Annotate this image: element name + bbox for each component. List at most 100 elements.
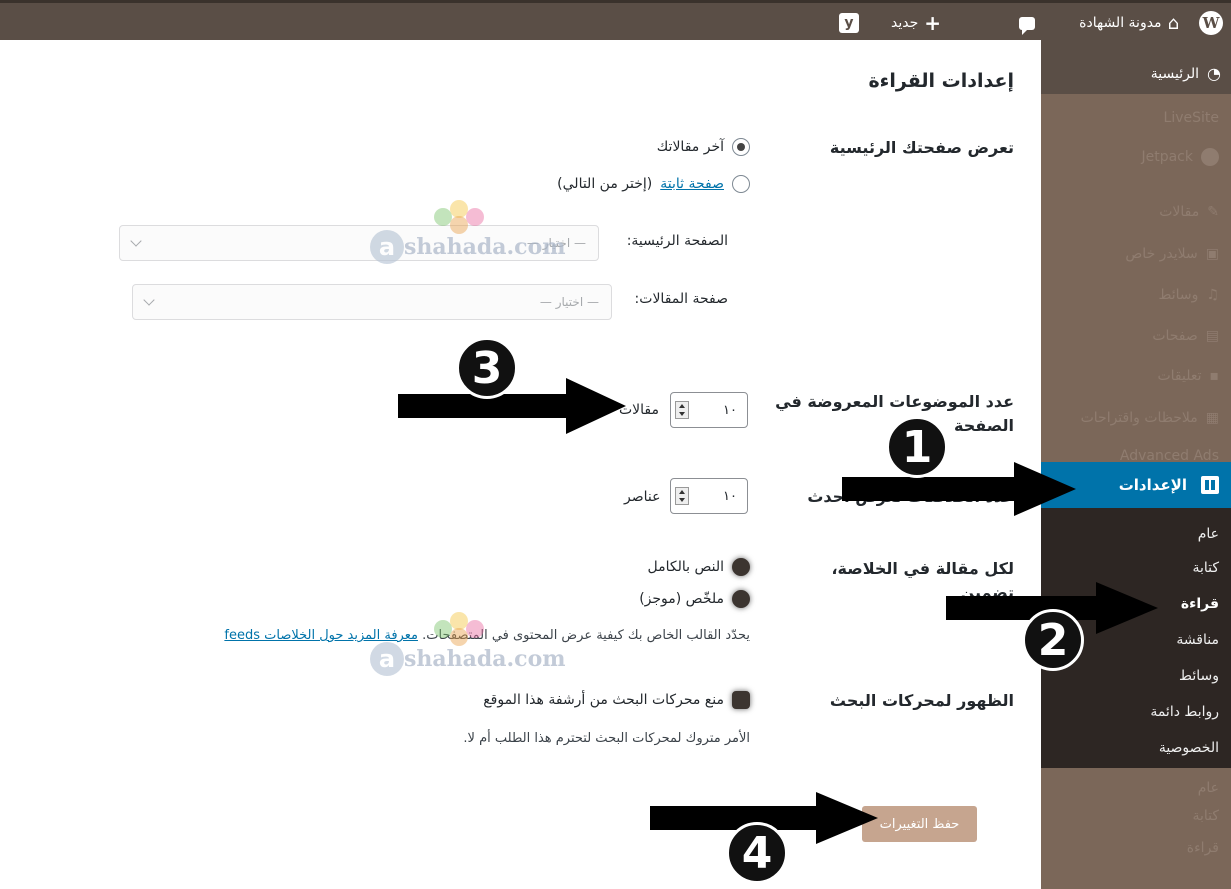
feed-full-text-option[interactable]: النص بالكامل <box>647 558 750 576</box>
feeds-count-input[interactable]: ١٠ <box>670 478 748 514</box>
latest-posts-label: آخر مقالاتك <box>656 139 724 155</box>
new-content-label: جديد <box>890 15 919 31</box>
static-page-radio[interactable] <box>732 175 750 193</box>
sidebar-item-label: قراءة <box>1186 840 1219 856</box>
submenu-item-media[interactable]: وسائط <box>1179 668 1219 684</box>
sidebar-dashboard-area: الرئيسية ◔ <box>1041 40 1231 94</box>
front-page-static-option[interactable]: صفحة ثابتة (إختر من التالي) <box>557 175 750 193</box>
sidebar-item-posts[interactable]: مقالات ✎ <box>1159 204 1219 220</box>
feedback-icon: ▦ <box>1205 410 1219 426</box>
submenu-item-writing[interactable]: كتابة <box>1192 560 1219 576</box>
yoast-menu[interactable]: y <box>839 8 859 38</box>
search-visibility-option[interactable]: منع محركات البحث من أرشفة هذا الموقع <box>483 691 750 709</box>
posts-page-select[interactable]: — اختيار — <box>132 284 612 320</box>
site-name-label: مدونة الشهادة <box>1079 15 1162 31</box>
spinner-arrows-icon[interactable] <box>675 401 689 419</box>
homepage-select-label: الصفحة الرئيسية: <box>626 233 728 249</box>
page-title: إعدادات القراءة <box>868 70 1014 92</box>
yoast-icon: y <box>839 13 859 33</box>
sidebar-item-label: سلايدر خاص <box>1125 246 1198 262</box>
comment-icon <box>1019 16 1035 35</box>
dashboard-gauge-icon: ◔ <box>1207 64 1221 83</box>
sidebar-item-jetpack[interactable]: Jetpack <box>1141 148 1219 166</box>
sidebar-item-label: LiveSite <box>1163 110 1219 126</box>
watermark-a-icon: a <box>370 642 404 676</box>
sidebar-item-general-faded[interactable]: عام <box>1198 780 1219 796</box>
static-page-suffix: (إختر من التالي) <box>557 176 653 192</box>
home-icon: ⌂ <box>1167 12 1179 34</box>
summary-label: ملخّص (موجز) <box>639 591 724 607</box>
submenu-item-privacy[interactable]: الخصوصية <box>1159 740 1219 756</box>
comment-icon: ▪ <box>1209 368 1220 384</box>
step-2-badge: 2 <box>1022 609 1084 671</box>
pin-icon: ✎ <box>1207 204 1219 220</box>
sidebar-item-slider[interactable]: سلايدر خاص ▣ <box>1125 246 1219 262</box>
comments-menu[interactable] <box>1019 8 1035 38</box>
posts-page-select-value: — اختيار — <box>539 295 599 309</box>
sidebar-item-label: الإعدادات <box>1118 476 1187 494</box>
posts-per-page-value: ١٠ <box>723 402 737 418</box>
new-content-menu[interactable]: جديد + <box>891 8 941 38</box>
site-name-menu[interactable]: مدونة الشهادة ⌂ <box>1079 8 1179 38</box>
step-3-badge: 3 <box>456 337 518 399</box>
sidebar-item-label: Jetpack <box>1141 149 1193 165</box>
sidebar-item-livesite[interactable]: LiveSite <box>1164 110 1219 126</box>
sidebar-item-label: مقالات <box>1159 204 1200 220</box>
sidebar-item-comments[interactable]: تعليقات ▪ <box>1157 368 1219 384</box>
search-visibility-heading: الظهور لمحركات البحث <box>829 691 1014 710</box>
posts-page-select-label: صفحة المقالات: <box>634 291 728 307</box>
watermark-a-icon: a <box>370 230 404 264</box>
feed-summary-option[interactable]: ملخّص (موجز) <box>639 590 750 608</box>
step-4-badge: 4 <box>726 822 788 884</box>
submenu-item-discussion[interactable]: مناقشة <box>1176 632 1219 648</box>
search-visibility-description: الأمر متروك لمحركات البحث لتحترم هذا الط… <box>463 731 750 746</box>
wordpress-logo-menu[interactable]: W <box>1199 8 1223 38</box>
plus-icon: + <box>924 11 941 35</box>
posts-per-page-input[interactable]: ١٠ <box>670 392 748 428</box>
watermark-text: shahada.com <box>404 646 566 672</box>
submenu-item-reading[interactable]: قراءة <box>1181 596 1219 612</box>
front-page-heading: تعرض صفحتك الرئيسية <box>829 138 1014 157</box>
full-text-label: النص بالكامل <box>647 559 724 575</box>
spinner-arrows-icon[interactable] <box>675 487 689 505</box>
submenu-item-general[interactable]: عام <box>1198 526 1219 542</box>
page-icon: ▤ <box>1205 328 1219 344</box>
jetpack-icon <box>1201 148 1219 166</box>
chevron-down-icon <box>143 294 155 306</box>
sidebar-item-label: الرئيسية <box>1150 65 1200 82</box>
sidebar-item-label: كتابة <box>1192 808 1219 824</box>
latest-posts-radio[interactable] <box>732 138 750 156</box>
settings-sliders-icon <box>1201 476 1219 494</box>
watermark-logo: a shahada.com <box>370 200 600 280</box>
sidebar-item-reading-faded[interactable]: قراءة <box>1187 840 1219 856</box>
sidebar-item-writing-faded[interactable]: كتابة <box>1192 808 1219 824</box>
front-page-latest-option[interactable]: آخر مقالاتك <box>657 138 750 156</box>
media-icon: ♫ <box>1206 287 1219 303</box>
watermark-text: shahada.com <box>404 234 566 260</box>
submenu-item-permalinks[interactable]: روابط دائمة <box>1150 704 1219 720</box>
sidebar-item-dashboard[interactable]: الرئيسية ◔ <box>1151 64 1221 83</box>
arrow-1-icon <box>842 462 1076 516</box>
arrow-3-icon <box>398 378 626 434</box>
sidebar-item-label: وسائط <box>1158 287 1199 303</box>
watermark-logo: a shahada.com <box>370 612 600 692</box>
feeds-count-unit: عناصر <box>624 489 661 505</box>
chevron-down-icon <box>130 235 142 247</box>
static-page-link[interactable]: صفحة ثابتة <box>660 176 724 192</box>
wordpress-icon: W <box>1199 11 1223 35</box>
full-text-radio[interactable] <box>732 558 750 576</box>
sidebar-item-feedback[interactable]: ملاحظات واقتراحات ▦ <box>1081 410 1219 426</box>
sidebar-item-label: ملاحظات واقتراحات <box>1080 410 1198 426</box>
sidebar-item-label: عام <box>1197 780 1219 796</box>
summary-radio[interactable] <box>732 590 750 608</box>
feeds-count-value: ١٠ <box>723 488 737 504</box>
sidebar-item-label: تعليقات <box>1157 368 1202 384</box>
sidebar-item-label: صفحات <box>1152 328 1198 344</box>
discourage-search-label: منع محركات البحث من أرشفة هذا الموقع <box>483 692 724 708</box>
step-1-badge: 1 <box>886 416 948 478</box>
slider-icon: ▣ <box>1205 246 1219 262</box>
sidebar-item-media[interactable]: وسائط ♫ <box>1158 287 1219 303</box>
discourage-search-checkbox[interactable] <box>732 691 750 709</box>
sidebar-item-pages[interactable]: صفحات ▤ <box>1152 328 1219 344</box>
admin-bar: W مدونة الشهادة ⌂ جديد + y <box>0 0 1231 40</box>
